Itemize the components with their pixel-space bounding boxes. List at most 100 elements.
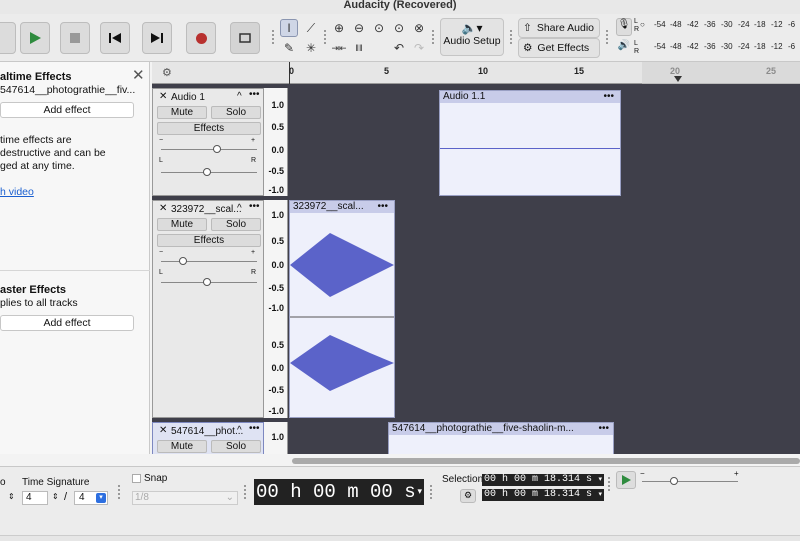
audio-clip[interactable]: 547614__photograthie__five-shaolin-m... •… — [388, 422, 614, 454]
track-name[interactable]: Audio 1 — [171, 92, 205, 103]
playhead-marker-icon[interactable] — [674, 76, 682, 82]
effects-button[interactable]: Effects — [157, 234, 261, 247]
play-meter-button[interactable]: 🔊 — [616, 40, 632, 58]
numerator-stepper-icon[interactable]: ⇕ — [52, 492, 59, 501]
record-meter-button[interactable]: 🎙 — [616, 18, 632, 36]
chevron-down-icon[interactable]: ▾ — [598, 474, 602, 486]
track-control-panel[interactable]: ✕ 547614__phot... ^ ••• Mute Solo — [152, 422, 264, 454]
redo-button[interactable]: ↷ — [410, 39, 428, 57]
chevron-down-icon[interactable]: ▾ — [598, 489, 602, 501]
zoom-in-button[interactable]: ⊕ — [330, 19, 348, 37]
toolbar-grip[interactable] — [324, 30, 328, 44]
mute-button[interactable]: Mute — [157, 218, 207, 231]
fit-selection-button[interactable]: ⊙ — [370, 19, 388, 37]
playback-speed-knob[interactable] — [670, 477, 678, 485]
collapse-icon[interactable]: ^ — [237, 91, 242, 102]
selection-tool[interactable]: I — [280, 19, 298, 37]
audio-clip[interactable]: 323972__scal... ••• — [289, 200, 395, 418]
pan-slider-knob[interactable] — [203, 278, 211, 286]
close-track-icon[interactable]: ✕ — [159, 203, 167, 214]
add-effect-button[interactable]: Add effect — [0, 102, 134, 118]
pan-slider-knob[interactable] — [203, 168, 211, 176]
clip-header[interactable]: 547614__photograthie__five-shaolin-m... •… — [389, 423, 613, 435]
toolbar-grip[interactable] — [606, 30, 610, 44]
clip-menu-icon[interactable]: ••• — [377, 201, 388, 213]
vertical-scale[interactable]: 1.0 0.5 0.0 -0.5 -1.0 0.5 0.0 -0.5 -1.0 — [264, 200, 288, 418]
watch-video-link[interactable]: h video — [0, 186, 34, 198]
time-display[interactable]: 00 h 00 m 00 s ▾ — [254, 479, 424, 505]
gain-slider-knob[interactable] — [213, 145, 221, 153]
loop-button[interactable] — [230, 22, 260, 54]
toolbar-grip[interactable] — [430, 485, 434, 499]
silence-button[interactable]: ‖‖ — [350, 39, 368, 57]
close-panel-button[interactable]: ✕ — [132, 66, 145, 84]
chevron-down-icon[interactable]: ▾ — [417, 479, 422, 505]
track-area[interactable]: ✕ Audio 1 ^ ••• Mute Solo Effects − + L … — [152, 84, 800, 454]
mute-button[interactable]: Mute — [157, 440, 207, 453]
selection-end[interactable]: 00 h 00 m 18.314 s ▾ — [482, 489, 604, 501]
track-menu-icon[interactable]: ••• — [249, 201, 260, 212]
multi-tool[interactable]: ✳ — [302, 39, 320, 57]
tempo-stepper-icon[interactable]: ⇕ — [8, 492, 15, 501]
track-name[interactable]: 323972__scal... — [171, 204, 242, 215]
clip-header[interactable]: 323972__scal... ••• — [290, 201, 394, 213]
snap-checkbox[interactable] — [132, 474, 141, 483]
horizontal-scrollbar[interactable] — [292, 458, 800, 464]
record-meter-slider-knob[interactable]: ○ — [640, 20, 645, 29]
stop-button[interactable] — [60, 22, 90, 54]
track-control-panel[interactable]: ✕ Audio 1 ^ ••• Mute Solo Effects − + L … — [152, 88, 264, 196]
close-track-icon[interactable]: ✕ — [159, 91, 167, 102]
clip-menu-icon[interactable]: ••• — [603, 91, 614, 103]
clip-menu-icon[interactable]: ••• — [598, 423, 609, 435]
snap-select[interactable]: 1/8 ⌄ — [132, 491, 238, 505]
close-track-icon[interactable]: ✕ — [159, 425, 167, 436]
playback-speed-slider[interactable] — [642, 481, 738, 482]
effects-button[interactable]: Effects — [157, 122, 261, 135]
timeline-ruler[interactable]: ⚙ 0 5 10 15 20 25 — [152, 62, 800, 84]
toolbar-grip[interactable] — [608, 477, 612, 491]
trim-button[interactable]: ⇥⇤ — [330, 39, 348, 57]
track-name[interactable]: 547614__phot... — [171, 426, 243, 437]
zoom-out-button[interactable]: ⊖ — [350, 19, 368, 37]
play-at-speed-button[interactable] — [616, 471, 636, 489]
vertical-scale[interactable]: 1.0 0.5 0.0 -0.5 -1.0 — [264, 88, 288, 196]
solo-button[interactable]: Solo — [211, 218, 261, 231]
record-button[interactable] — [186, 22, 216, 54]
toolbar-grip[interactable] — [510, 30, 514, 44]
vertical-scale[interactable]: 1.0 — [264, 422, 288, 454]
master-add-effect-button[interactable]: Add effect — [0, 315, 134, 331]
fit-project-button[interactable]: ⊙ — [390, 19, 408, 37]
playback-meter-scale[interactable]: -54 -48 -42 -36 -30 -24 -18 -12 -6 — [650, 42, 800, 54]
skip-end-button[interactable] — [142, 22, 172, 54]
collapse-icon[interactable]: ^ — [237, 203, 242, 214]
selection-settings-button[interactable]: ⚙ — [460, 489, 476, 503]
toolbar-grip[interactable] — [118, 485, 122, 499]
zoom-toggle-button[interactable]: ⊗ — [410, 19, 428, 37]
skip-start-button[interactable] — [100, 22, 130, 54]
mute-button[interactable]: Mute — [157, 106, 207, 119]
audio-clip[interactable]: Audio 1.1 ••• — [439, 90, 621, 196]
audio-setup-button[interactable]: 🔈▾ Audio Setup — [440, 18, 504, 56]
clip-header[interactable]: Audio 1.1 ••• — [440, 91, 620, 103]
get-effects-button[interactable]: ⚙ Get Effects — [518, 38, 600, 58]
solo-button[interactable]: Solo — [211, 106, 261, 119]
undo-button[interactable]: ↶ — [390, 39, 408, 57]
solo-button[interactable]: Solo — [211, 440, 261, 453]
timeline-settings-button[interactable]: ⚙ — [162, 66, 172, 79]
gain-slider-knob[interactable] — [179, 257, 187, 265]
pause-button[interactable] — [0, 22, 16, 54]
chevron-down-icon[interactable]: ▾ — [96, 493, 106, 503]
toolbar-grip[interactable] — [244, 485, 248, 499]
collapse-icon[interactable]: ^ — [237, 425, 242, 436]
selection-start[interactable]: 00 h 00 m 18.314 s ▾ — [482, 474, 604, 486]
gain-slider[interactable] — [161, 261, 257, 262]
draw-tool[interactable]: ✎ — [280, 39, 298, 57]
track-menu-icon[interactable]: ••• — [249, 423, 260, 434]
track-control-panel[interactable]: ✕ 323972__scal... ^ ••• Mute Solo Effect… — [152, 200, 264, 418]
play-button[interactable] — [20, 22, 50, 54]
track-menu-icon[interactable]: ••• — [249, 89, 260, 100]
time-signature-numerator[interactable]: 4 — [22, 491, 48, 505]
envelope-tool[interactable]: ⟋ — [302, 19, 320, 37]
toolbar-grip[interactable] — [272, 30, 276, 44]
share-audio-button[interactable]: ⇧ Share Audio — [518, 18, 600, 38]
